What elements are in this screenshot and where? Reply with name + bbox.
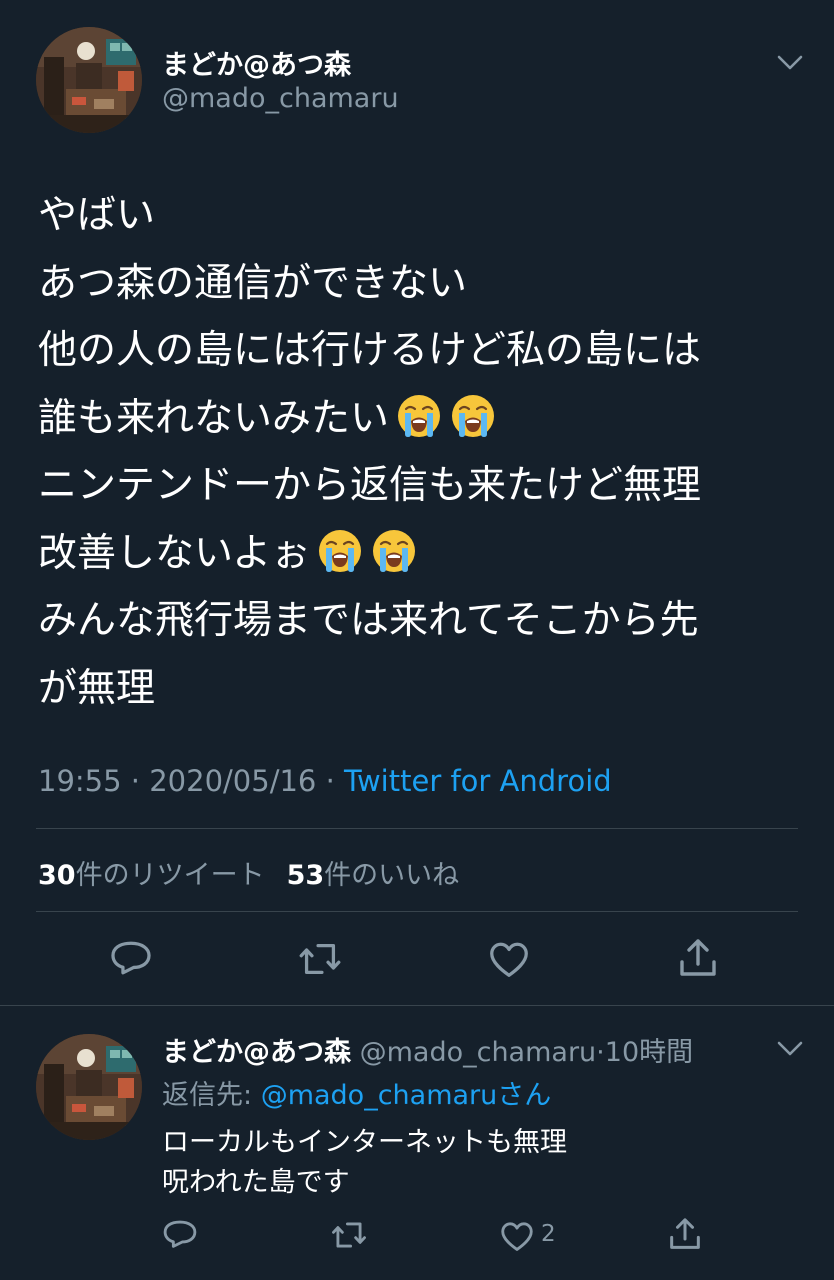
tweet-text-line: やばい	[38, 182, 818, 250]
divider	[36, 911, 798, 912]
reply-like-count: 2	[541, 1221, 556, 1247]
tweet-text-line: あつ森の通信ができない	[38, 250, 818, 318]
retweet-label: 件のリツイート	[75, 860, 265, 891]
display-name[interactable]: まどか@あつ森	[162, 1037, 351, 1068]
tweet-text-segment: あつ森の通信ができない	[38, 260, 468, 306]
heart-icon[interactable]	[498, 1217, 536, 1255]
retweet-icon[interactable]	[296, 936, 344, 982]
tweet-text-line: 誰も来れないみたい	[38, 385, 818, 453]
replying-to-label: 返信先:	[162, 1080, 261, 1111]
divider	[36, 828, 798, 829]
user-handle[interactable]: @mado_chamaru	[360, 1037, 597, 1068]
avatar[interactable]	[36, 1034, 142, 1140]
divider	[0, 1005, 834, 1006]
retweet-count: 30	[38, 860, 76, 891]
loudly-crying-face-icon	[316, 527, 364, 575]
avatar[interactable]	[36, 27, 142, 133]
replying-to: 返信先: @mado_chamaruさん	[162, 1073, 551, 1112]
tweet-date: 2020/05/16	[149, 764, 317, 798]
tweet-text: ローカルもインターネットも無理 呪われた島です	[162, 1123, 802, 1203]
reply-bubble-icon[interactable]	[161, 1216, 199, 1254]
loudly-crying-face-icon	[370, 527, 418, 575]
tweet-text-segment: 誰も来れないみたい	[38, 395, 390, 441]
tweet-time: 19:55	[38, 764, 122, 798]
chevron-down-icon[interactable]	[776, 1040, 804, 1058]
share-icon[interactable]	[665, 1214, 705, 1254]
avatar-image	[36, 1034, 142, 1140]
meta-separator: ·	[121, 764, 150, 798]
tweet-text-segment: 他の人の島には行けるけど私の島には	[38, 328, 702, 373]
like-stat[interactable]: 53件のいいね	[287, 860, 460, 891]
like-count: 53	[286, 860, 325, 891]
display-name[interactable]: まどか@あつ森	[162, 43, 351, 82]
chevron-down-icon[interactable]	[776, 54, 804, 72]
tweet-text-segment: みんな飛行場までは来れてそこから先	[38, 598, 699, 643]
tweet-stats: 30件のリツイート 53件のいいね	[38, 853, 459, 892]
tweet-text-line: 他の人の島には行けるけど私の島には	[38, 317, 818, 385]
meta-separator: ·	[596, 1037, 605, 1068]
tweet-text-segment: 改善しないよぉ	[38, 530, 311, 576]
tweet-text: やばい あつ森の通信ができない 他の人の島には行けるけど私の島には 誰も来れない…	[38, 182, 818, 722]
tweet-detail-screen: まどか@あつ森 @mado_chamaru やばい あつ森の通信ができない 他の…	[0, 0, 834, 1280]
tweet-text-line: ニンテンドーから返信も来たけど無理	[38, 452, 818, 520]
tweet-text-segment: やばい	[38, 193, 156, 238]
reply-bubble-icon[interactable]	[108, 936, 154, 982]
time-ago: 10時間	[604, 1037, 694, 1068]
like-label: 件のいいね	[324, 860, 460, 891]
retweet-stat[interactable]: 30件のリツイート	[38, 860, 265, 891]
tweet-text-segment: が無理	[38, 665, 156, 711]
reply-mention-link[interactable]: @mado_chamaruさん	[261, 1080, 552, 1111]
tweet-text-line: 改善しないよぉ	[38, 520, 818, 588]
tweet-text-line: みんな飛行場までは来れてそこから先	[38, 587, 818, 655]
reply-header: まどか@あつ森 @mado_chamaru·10時間	[162, 1030, 693, 1069]
loudly-crying-face-icon	[395, 392, 443, 440]
user-handle[interactable]: @mado_chamaru	[162, 83, 399, 114]
tweet-text-line: ローカルもインターネットも無理	[162, 1127, 567, 1158]
tweet-text-line: 呪われた島です	[162, 1167, 350, 1198]
main-tweet: まどか@あつ森 @mado_chamaru やばい あつ森の通信ができない 他の…	[0, 0, 834, 1006]
retweet-icon[interactable]	[329, 1216, 369, 1254]
heart-icon[interactable]	[486, 936, 532, 982]
loudly-crying-face-icon	[449, 392, 497, 440]
tweet-source-link[interactable]: Twitter for Android	[344, 764, 612, 798]
tweet-text-line: が無理	[38, 655, 818, 723]
share-icon[interactable]	[674, 934, 722, 982]
tweet-text-segment: ニンテンドーから返信も来たけど無理	[38, 463, 702, 508]
avatar-image	[36, 27, 142, 133]
tweet-meta: 19:55 · 2020/05/16 · Twitter for Android	[38, 764, 612, 798]
meta-separator: ·	[316, 764, 345, 798]
